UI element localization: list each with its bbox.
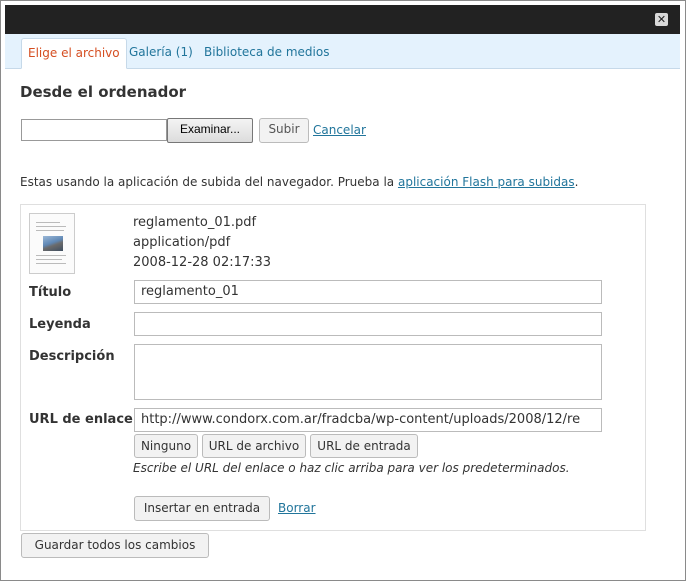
file-path-input[interactable]	[21, 119, 167, 141]
file-url-button[interactable]: URL de archivo	[202, 434, 306, 458]
tab-gallery[interactable]: Galería (1)	[123, 38, 199, 67]
tab-media-library[interactable]: Biblioteca de medios	[198, 38, 335, 67]
caption-field[interactable]	[134, 312, 602, 336]
notice-text: Estas usando la aplicación de subida del…	[20, 175, 398, 189]
url-none-button[interactable]: Ninguno	[134, 434, 198, 458]
browse-button[interactable]: Examinar...	[167, 118, 253, 143]
flash-uploader-link[interactable]: aplicación Flash para subidas	[398, 175, 575, 189]
upload-button[interactable]: Subir	[259, 118, 309, 143]
cancel-link[interactable]: Cancelar	[313, 123, 366, 137]
url-hint: Escribe el URL del enlace o haz clic arr…	[133, 461, 570, 475]
attachment-filename: reglamento_01.pdf	[133, 215, 257, 230]
delete-link[interactable]: Borrar	[278, 501, 316, 515]
title-field[interactable]: reglamento_01	[134, 280, 602, 304]
tab-bar: Elige el archivo Galería (1) Biblioteca …	[5, 34, 680, 69]
save-all-changes-button[interactable]: Guardar todos los cambios	[21, 533, 209, 558]
post-url-button[interactable]: URL de entrada	[310, 434, 418, 458]
page-title: Desde el ordenador	[20, 83, 187, 101]
title-label: Título	[29, 285, 72, 300]
caption-label: Leyenda	[29, 317, 91, 332]
attachment-panel: reglamento_01.pdf application/pdf 2008-1…	[20, 204, 646, 531]
dialog-titlebar: ✕	[5, 5, 680, 34]
media-upload-dialog: ✕ Elige el archivo Galería (1) Bibliotec…	[0, 0, 686, 581]
tab-choose-file[interactable]: Elige el archivo	[21, 38, 127, 69]
insert-into-post-button[interactable]: Insertar en entrada	[134, 496, 270, 521]
link-url-field[interactable]: http://www.condorx.com.ar/fradcba/wp-con…	[134, 408, 602, 432]
attachment-mime-type: application/pdf	[133, 235, 231, 250]
link-url-label: URL de enlace	[29, 412, 133, 427]
description-field[interactable]	[134, 344, 602, 400]
description-label: Descripción	[29, 349, 115, 364]
uploader-notice: Estas usando la aplicación de subida del…	[20, 175, 578, 189]
close-icon[interactable]: ✕	[655, 13, 668, 26]
pdf-document-icon	[29, 213, 75, 274]
attachment-date: 2008-12-28 02:17:33	[133, 255, 272, 270]
notice-end: .	[574, 175, 579, 189]
